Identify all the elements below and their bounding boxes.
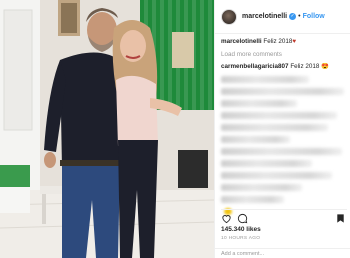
- blurred-comment: [221, 123, 329, 131]
- blurred-comment: [221, 135, 291, 143]
- comment-item: carmenbellagaricia807 Feliz 2018 😍: [221, 63, 347, 72]
- blurred-comment: [221, 87, 345, 95]
- separator-dot: •: [298, 13, 301, 20]
- caption: marcelotinelli Feliz 2018♥: [221, 38, 347, 47]
- add-comment-input[interactable]: Add a comment...: [215, 248, 350, 258]
- blurred-comment: [221, 75, 310, 83]
- bookmark-icon[interactable]: [335, 213, 346, 224]
- comment-username[interactable]: carmenbellagaricia807: [221, 63, 289, 70]
- post-photo[interactable]: [0, 0, 214, 258]
- blurred-comment: [221, 99, 297, 107]
- photo-illustration: [0, 0, 214, 258]
- blurred-comment: [221, 159, 312, 167]
- action-bar: [221, 209, 347, 224]
- heart-emoji: ♥: [292, 38, 297, 45]
- caption-username[interactable]: marcelotinelli: [221, 38, 262, 45]
- comment-emoji: 😍: [321, 63, 329, 71]
- follow-button[interactable]: Follow: [303, 13, 325, 20]
- likes-count[interactable]: 145.340 likes: [221, 226, 261, 233]
- heart-icon[interactable]: [221, 213, 232, 224]
- blurred-comment: [221, 147, 342, 155]
- comments-section: marcelotinelli Feliz 2018♥ Load more com…: [221, 38, 347, 218]
- blurred-comment: [221, 183, 302, 191]
- comment-icon[interactable]: [237, 213, 248, 224]
- comment-text: Feliz 2018: [290, 63, 320, 71]
- username-link[interactable]: marcelotinelli: [242, 13, 287, 20]
- blurred-comment: [221, 195, 284, 203]
- avatar[interactable]: [221, 8, 237, 25]
- blurred-comment: [221, 111, 337, 119]
- load-more-comments-link[interactable]: Load more comments: [221, 51, 347, 60]
- post-side-panel: marcelotinelli ✓ • Follow marcelotinelli…: [214, 0, 350, 258]
- post-timestamp: 10 HOURS AGO: [221, 236, 261, 241]
- verified-icon: ✓: [289, 13, 297, 20]
- caption-text: Feliz 2018: [263, 38, 293, 45]
- blurred-comment: [221, 171, 332, 179]
- post-header: marcelotinelli ✓ • Follow: [215, 0, 350, 34]
